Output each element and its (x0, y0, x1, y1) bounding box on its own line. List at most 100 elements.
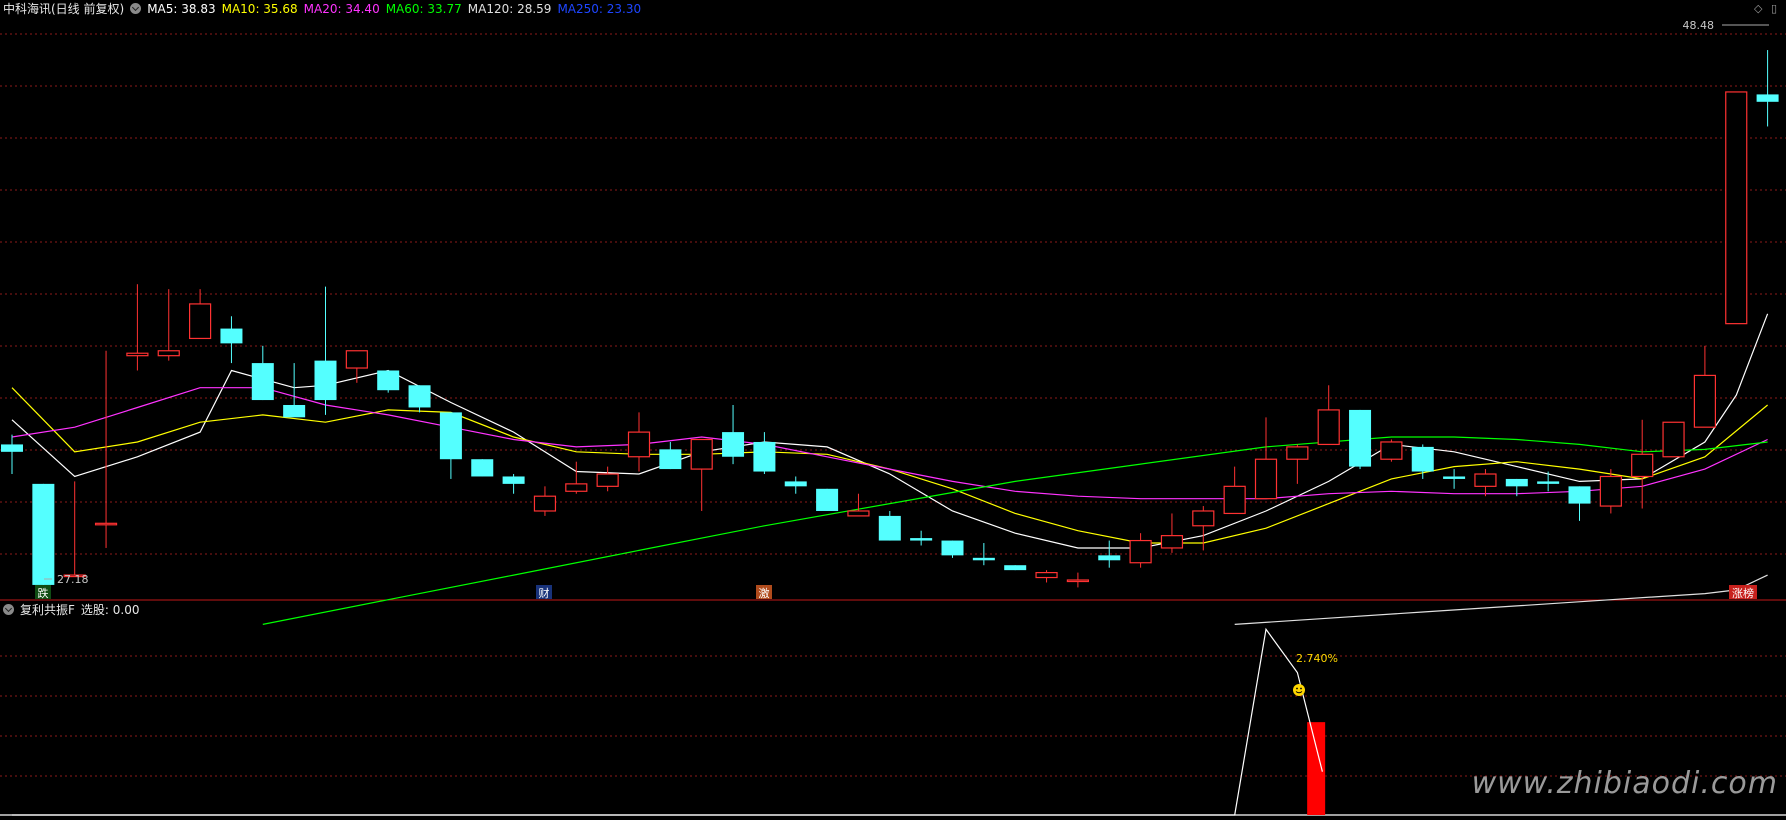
candle-body (972, 557, 995, 561)
candle-body (1537, 481, 1560, 484)
candle (1035, 570, 1058, 583)
candle-body (878, 515, 901, 541)
candle (1254, 417, 1278, 500)
candle (377, 370, 400, 393)
ma-legend: MA5: 38.83 MA10: 35.68 MA20: 34.40 MA60: 33… (147, 2, 647, 16)
candle-body (1098, 555, 1121, 561)
grid-lines (0, 33, 1786, 777)
candle-body (502, 476, 525, 484)
candle (1349, 409, 1372, 470)
smiley-icon (1293, 684, 1305, 696)
candle-body (1129, 539, 1152, 564)
candle (784, 476, 807, 494)
candle (722, 404, 745, 465)
candle (1537, 471, 1560, 492)
moving-average-lines (11, 313, 1769, 625)
candle (1443, 469, 1466, 489)
candle-body (722, 432, 745, 457)
candle (63, 481, 86, 578)
candle-body (439, 412, 462, 460)
candle-body (1756, 94, 1779, 102)
candle (753, 432, 776, 475)
candle-body (1411, 446, 1434, 472)
candle-body (1443, 476, 1466, 479)
candle (1317, 385, 1340, 446)
candle (189, 289, 212, 340)
candle-body (1349, 409, 1372, 467)
candle-body (1631, 453, 1654, 478)
indicator-value: 选股: 0.00 (80, 603, 140, 617)
candle-body (345, 350, 368, 369)
marker-cai[interactable]: 财 (539, 586, 550, 600)
candle (847, 493, 870, 517)
candle-body (1286, 446, 1309, 460)
candle-body (1568, 486, 1591, 504)
candle (314, 286, 337, 415)
main-legend: 中科海讯(日线 前复权) MA5: 38.83 MA10: 35.68 MA20: 3… (3, 1, 653, 17)
candle (1223, 466, 1246, 515)
ma-line-ma20 (11, 387, 1768, 500)
candle-body (1317, 409, 1340, 446)
diamond-icon[interactable]: ◇ (1754, 2, 1762, 15)
candle (1662, 421, 1685, 458)
candle-body (1693, 374, 1717, 428)
ma-legend-item: MA20: 34.40 (303, 2, 380, 16)
ma-legend-item: MA5: 38.83 (147, 2, 216, 16)
marker-die[interactable]: 跌 (38, 586, 49, 600)
candle-body (753, 441, 776, 472)
chevron-down-icon[interactable] (130, 3, 142, 14)
candle (408, 385, 431, 413)
candle-body (941, 540, 964, 556)
chevron-down-icon[interactable] (3, 604, 14, 615)
ma-legend-item: MA120: 28.59 (467, 2, 552, 16)
candle (126, 284, 149, 371)
candle-body (32, 483, 55, 585)
candle (1004, 565, 1027, 571)
marker-zhangting[interactable]: 涨榜 (1732, 586, 1754, 600)
candle-body (1662, 421, 1685, 458)
candle-body (220, 328, 243, 344)
candle-body (408, 385, 431, 408)
low-price-label: 27.18 (57, 573, 89, 586)
candle (627, 412, 651, 472)
candlestick-series (1, 50, 1779, 588)
window-icon[interactable]: ▯ (1771, 2, 1777, 15)
candle (1725, 91, 1748, 325)
candle (910, 530, 933, 546)
candle (283, 363, 306, 418)
candle (533, 486, 557, 516)
candle (94, 350, 118, 548)
candle-body (596, 473, 619, 487)
candle-body (314, 360, 337, 401)
candle (878, 510, 901, 541)
candle (690, 438, 713, 511)
candle (659, 441, 682, 470)
candle-body (189, 303, 212, 340)
candle-body (1505, 478, 1528, 487)
candle-body (1035, 572, 1058, 579)
candle-body (1380, 441, 1403, 460)
candle (345, 350, 368, 383)
candle (502, 474, 525, 494)
sub-legend: 复利共振F 选股: 0.00 (3, 602, 145, 618)
candle-body (659, 449, 682, 470)
candle (941, 540, 964, 558)
candle (251, 345, 274, 401)
candle (1693, 345, 1717, 428)
candle-body (1004, 565, 1027, 571)
candle-body (816, 488, 839, 511)
candle (1474, 469, 1497, 497)
candle (1160, 513, 1184, 553)
candle-body (94, 522, 118, 526)
high-price-label: 48.48 (1683, 19, 1715, 32)
candle (157, 289, 180, 361)
candle-body (471, 459, 494, 477)
candle (1, 434, 23, 475)
stock-title: 中科海讯(日线 前复权) (3, 2, 125, 16)
candle-body (1474, 473, 1497, 487)
candle-body (157, 350, 180, 357)
candle-body (1160, 535, 1184, 549)
indicator-line (12, 627, 1323, 816)
candle (1568, 486, 1591, 521)
marker-ji[interactable]: 激 (759, 586, 770, 600)
